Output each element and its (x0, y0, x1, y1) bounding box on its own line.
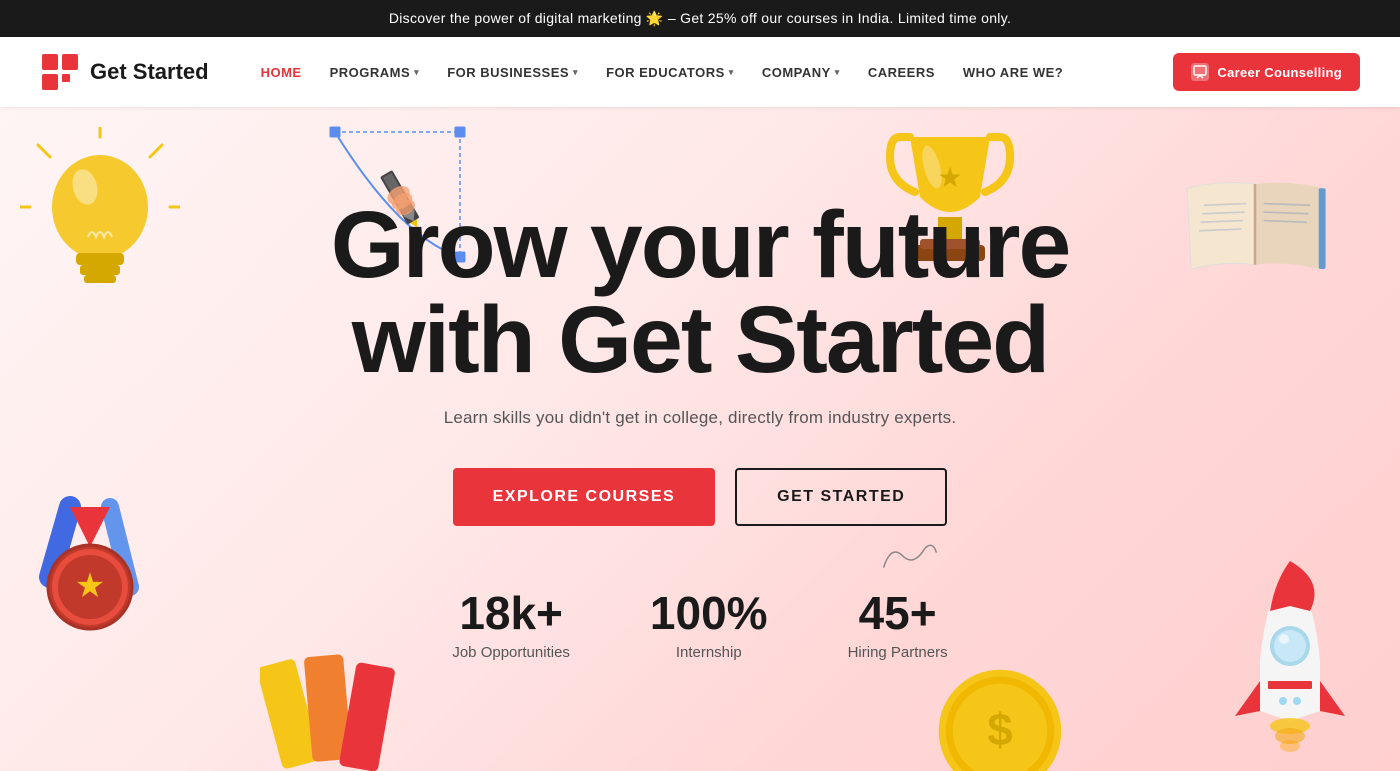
logo-text: Get Started (90, 59, 209, 85)
stat-job-opportunities: 18k+ Job Opportunities (452, 586, 570, 661)
deco-book (1170, 167, 1340, 297)
stat-number-partners: 45+ (848, 586, 948, 640)
main-nav: HOME PROGRAMS ▾ FOR BUSINESSES ▾ FOR EDU… (249, 53, 1360, 91)
explore-courses-button[interactable]: EXPLORE COURSES (453, 468, 716, 526)
deco-medal: ★ (20, 457, 160, 617)
svg-text:$: $ (987, 704, 1012, 755)
svg-text:★: ★ (937, 162, 962, 193)
career-counselling-button[interactable]: Career Counselling (1173, 53, 1360, 91)
stat-hiring-partners: 45+ Hiring Partners (848, 586, 948, 661)
nav-company[interactable]: COMPANY ▾ (750, 57, 852, 88)
svg-text:★: ★ (75, 567, 105, 605)
stat-number-internship: 100% (650, 586, 768, 640)
nav-for-businesses[interactable]: FOR BUSINESSES ▾ (435, 57, 590, 88)
banner-text: Discover the power of digital marketing … (389, 10, 1011, 26)
logo-icon (40, 52, 80, 92)
hero-section: ★ (0, 107, 1400, 771)
hero-content: Grow your future with Get Started Learn … (331, 198, 1070, 661)
nav-who-are-we[interactable]: WHO ARE WE? (951, 57, 1075, 88)
deco-lightbulb (20, 127, 180, 307)
hero-buttons: EXPLORE COURSES GET STARTED (331, 468, 1070, 526)
programs-chevron: ▾ (414, 67, 419, 78)
deco-coin: $ (930, 661, 1070, 771)
deco-rocket (1210, 541, 1370, 761)
hero-title: Grow your future with Get Started (331, 198, 1070, 388)
nav-careers[interactable]: CAREERS (856, 57, 947, 88)
stat-label-internship: Internship (650, 644, 768, 661)
stat-label-jobs: Job Opportunities (452, 644, 570, 661)
stat-number-jobs: 18k+ (452, 586, 570, 640)
deco-paint-swatches (260, 651, 400, 771)
stat-internship: 100% Internship (650, 586, 768, 661)
stats-row: 18k+ Job Opportunities 100% Internship 4… (331, 586, 1070, 661)
counselling-icon (1191, 63, 1209, 81)
stat-label-partners: Hiring Partners (848, 644, 948, 661)
nav-for-educators[interactable]: FOR EDUCATORS ▾ (594, 57, 746, 88)
header: Get Started HOME PROGRAMS ▾ FOR BUSINESS… (0, 37, 1400, 107)
nav-programs[interactable]: PROGRAMS ▾ (318, 57, 432, 88)
logo-link[interactable]: Get Started (40, 52, 209, 92)
get-started-button[interactable]: GET STARTED (735, 468, 947, 526)
businesses-chevron: ▾ (573, 67, 578, 78)
company-chevron: ▾ (835, 67, 840, 78)
educators-chevron: ▾ (729, 67, 734, 78)
top-banner: Discover the power of digital marketing … (0, 0, 1400, 37)
hero-subtitle: Learn skills you didn't get in college, … (331, 408, 1070, 428)
nav-home[interactable]: HOME (249, 57, 314, 88)
